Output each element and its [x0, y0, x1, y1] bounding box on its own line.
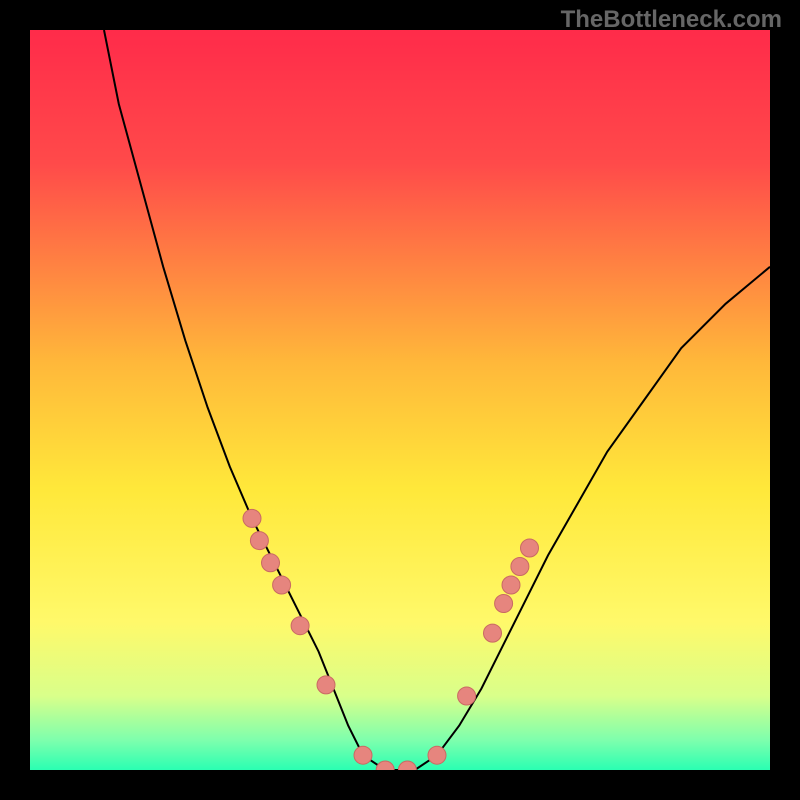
data-dot	[521, 539, 539, 557]
data-dot	[495, 595, 513, 613]
watermark-text: TheBottleneck.com	[561, 6, 782, 34]
chart-container: TheBottleneck.com	[0, 0, 800, 800]
data-dot	[376, 761, 394, 770]
data-dot	[458, 687, 476, 705]
data-dot	[354, 746, 372, 764]
plot-area	[30, 30, 770, 770]
data-dot	[317, 676, 335, 694]
data-dot	[502, 576, 520, 594]
data-dot	[262, 554, 280, 572]
data-dot	[273, 576, 291, 594]
data-dot	[484, 624, 502, 642]
data-dot	[291, 617, 309, 635]
data-dot	[243, 509, 261, 527]
data-dot	[398, 761, 416, 770]
data-dots	[30, 30, 770, 770]
data-dot	[250, 532, 268, 550]
data-dot	[511, 558, 529, 576]
data-dot	[428, 746, 446, 764]
